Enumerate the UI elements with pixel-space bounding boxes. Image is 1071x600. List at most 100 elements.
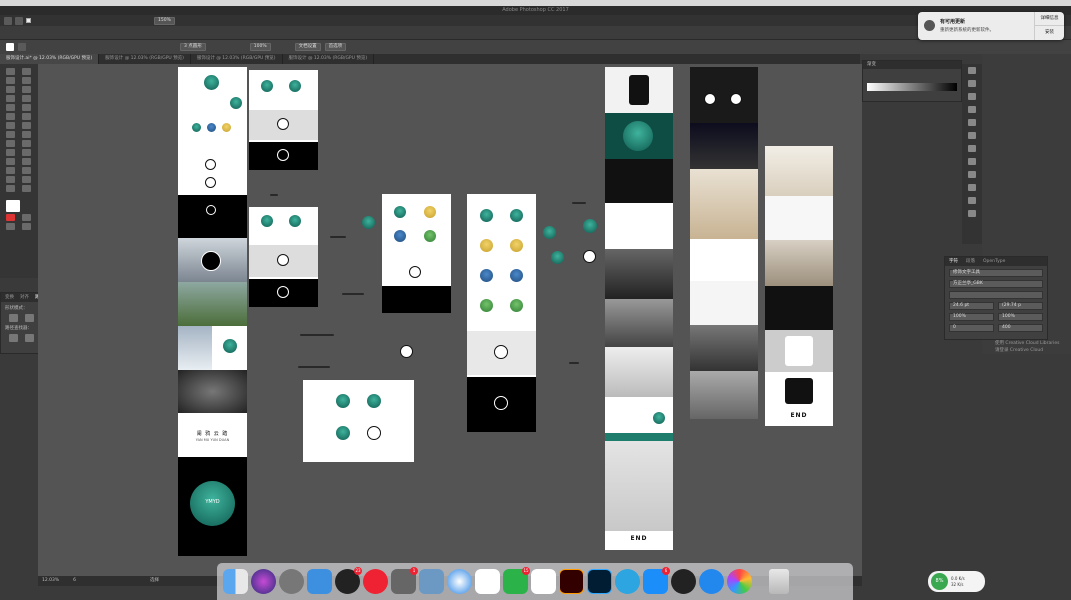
- symbol-sprayer-icon[interactable]: [6, 167, 15, 174]
- font-style-field[interactable]: [949, 291, 1043, 299]
- magic-wand-icon[interactable]: [6, 77, 15, 84]
- kerning-field[interactable]: 0: [949, 324, 994, 332]
- doc-tab[interactable]: 服饰设计 @ 12.03% (RGB/GPU 预览): [283, 54, 375, 64]
- siri-icon[interactable]: [251, 569, 276, 594]
- paintbrush-icon[interactable]: [22, 104, 31, 111]
- floating-logo[interactable]: [583, 219, 597, 233]
- width-tool-icon[interactable]: [6, 131, 15, 138]
- touch-type-tool[interactable]: 修饰文字工具: [949, 269, 1043, 277]
- artboard-4[interactable]: [382, 194, 451, 313]
- photos-icon[interactable]: [727, 569, 752, 594]
- tab-character[interactable]: 字符: [949, 257, 958, 266]
- kugou-icon[interactable]: [699, 569, 724, 594]
- search-icon[interactable]: [4, 16, 12, 25]
- slice-icon[interactable]: [22, 176, 31, 183]
- photoshop-icon[interactable]: [587, 569, 612, 594]
- artboard-icon[interactable]: [6, 176, 15, 183]
- checkbox[interactable]: [26, 18, 31, 23]
- artboard-7[interactable]: END: [605, 67, 673, 550]
- artboard-8[interactable]: [690, 67, 758, 419]
- network-monitor[interactable]: 8% 0.0 K/s 32 K/s: [928, 571, 985, 592]
- document-setup-button[interactable]: 文档设置: [294, 43, 321, 51]
- rotate-icon[interactable]: [6, 122, 15, 129]
- safari-icon[interactable]: [447, 569, 472, 594]
- graph-icon[interactable]: [22, 167, 31, 174]
- install-button[interactable]: 安装: [1034, 26, 1064, 40]
- symbols-icon[interactable]: [968, 106, 976, 113]
- pencil-icon[interactable]: [6, 113, 15, 120]
- brush-preset[interactable]: 3 点圆形: [180, 43, 206, 51]
- music-icon[interactable]: [531, 569, 556, 594]
- illustrator-icon[interactable]: [559, 569, 584, 594]
- lasso-icon[interactable]: [22, 77, 31, 84]
- preview-icon[interactable]: [419, 569, 444, 594]
- libraries-icon[interactable]: [968, 210, 976, 217]
- doc-tab[interactable]: 服饰设计 @ 12.03% (RGB/GPU 预览): [99, 54, 191, 64]
- launchpad-icon[interactable]: [279, 569, 304, 594]
- netease-music-icon[interactable]: [363, 569, 388, 594]
- finder-icon[interactable]: [223, 569, 248, 594]
- details-button[interactable]: 详细信息: [1034, 12, 1064, 26]
- line-tool-icon[interactable]: [22, 95, 31, 102]
- wechat-icon[interactable]: 15: [503, 567, 530, 594]
- font-family-field[interactable]: 方正兰亭_GBK: [949, 280, 1043, 288]
- blend-icon[interactable]: [22, 158, 31, 165]
- layers-icon[interactable]: [968, 184, 976, 191]
- floating-logo[interactable]: [583, 250, 596, 263]
- leading-field[interactable]: (29.74 p: [998, 302, 1043, 310]
- hand-icon[interactable]: [6, 185, 15, 192]
- baidu-netdisk-icon[interactable]: [475, 569, 500, 594]
- artboard-2[interactable]: [249, 70, 318, 170]
- appearance-icon[interactable]: [968, 158, 976, 165]
- tab-align[interactable]: 对齐: [20, 293, 29, 302]
- shape-builder-icon[interactable]: [6, 140, 15, 147]
- floating-logo[interactable]: [543, 226, 556, 239]
- artboard-6[interactable]: [303, 380, 414, 462]
- mesh-icon[interactable]: [6, 149, 15, 156]
- stroke-swatch-icon[interactable]: [18, 43, 26, 51]
- app-store-icon[interactable]: 6: [643, 567, 670, 594]
- vertical-scale-field[interactable]: 100%: [949, 313, 994, 321]
- tab-opentype[interactable]: OpenType: [983, 257, 1005, 266]
- color-icon[interactable]: [968, 67, 976, 74]
- gradient-icon[interactable]: [968, 132, 976, 139]
- pen-tool-icon[interactable]: [6, 86, 15, 93]
- zoom-level[interactable]: 150%: [154, 16, 175, 25]
- transparency-icon[interactable]: [968, 145, 976, 152]
- draw-mode-icon[interactable]: [6, 223, 15, 230]
- selection-tool-icon[interactable]: [6, 68, 15, 75]
- fill-swatch-icon[interactable]: [6, 43, 14, 51]
- rectangle-tool-icon[interactable]: [6, 104, 15, 111]
- graphic-styles-icon[interactable]: [968, 171, 976, 178]
- minus-front-icon[interactable]: [25, 314, 34, 322]
- tracking-field[interactable]: 400: [998, 324, 1043, 332]
- update-notification[interactable]: 有可用更新 重新更新系统的更新软件。 详细信息 安装: [918, 12, 1064, 40]
- stroke-icon[interactable]: [968, 119, 976, 126]
- artboards-icon[interactable]: [968, 197, 976, 204]
- gradient-mode-icon[interactable]: [22, 214, 31, 221]
- zoom-status[interactable]: 12.03%: [42, 576, 59, 586]
- artboard-3[interactable]: [249, 207, 318, 307]
- brushes-icon[interactable]: [968, 93, 976, 100]
- screen-mode-icon[interactable]: [22, 223, 31, 230]
- floating-logo[interactable]: [362, 216, 375, 229]
- artboard-1[interactable]: 阑 鸦 云 踏 YAN MU YUN DUAN YMYD: [178, 67, 247, 556]
- type-tool-icon[interactable]: [6, 95, 15, 102]
- qq-icon[interactable]: 23: [335, 567, 362, 594]
- floating-logo[interactable]: [551, 251, 564, 264]
- unite-icon[interactable]: [9, 314, 18, 322]
- doc-tab[interactable]: 服饰设计.ai* @ 12.03% (RGB/GPU 预览): [0, 54, 100, 64]
- eyedropper-icon[interactable]: [6, 158, 15, 165]
- free-transform-icon[interactable]: [22, 131, 31, 138]
- cloud-icon[interactable]: [307, 569, 332, 594]
- tab-transform[interactable]: 变换: [5, 293, 14, 302]
- opacity-field[interactable]: 100%: [249, 43, 271, 51]
- font-size-field[interactable]: 24.6 pt: [949, 302, 994, 310]
- telegram-icon[interactable]: [615, 569, 640, 594]
- artboard-9[interactable]: END: [765, 146, 833, 426]
- artboard-5[interactable]: [467, 194, 536, 432]
- scale-icon[interactable]: [22, 122, 31, 129]
- direct-selection-tool-icon[interactable]: [22, 68, 31, 75]
- color-mode-icon[interactable]: [6, 214, 15, 221]
- fill-color-icon[interactable]: [6, 200, 20, 212]
